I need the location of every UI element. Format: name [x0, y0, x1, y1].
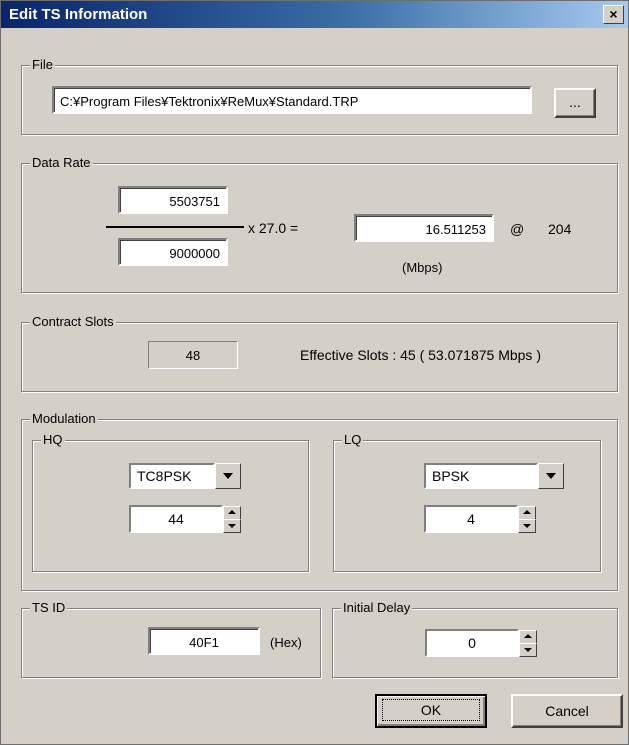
ts-id-group: TS ID 40F1 (Hex): [21, 600, 321, 678]
window-title: Edit TS Information: [9, 6, 148, 23]
multiplier-label: x 27.0 =: [248, 220, 299, 236]
effective-slots-label: Effective Slots : 45 ( 53.071875 Mbps ): [300, 347, 541, 363]
spin-up-icon[interactable]: [519, 630, 537, 644]
file-legend: File: [30, 57, 55, 72]
initial-delay-spinner[interactable]: 0: [425, 629, 537, 657]
title-bar[interactable]: Edit TS Information ×: [1, 1, 628, 28]
file-path-field[interactable]: C:¥Program Files¥Tektronix¥ReMux¥Standar…: [52, 86, 532, 114]
data-rate-group: Data Rate 5503751 9000000 x 27.0 = 16.51…: [21, 155, 618, 293]
ok-button-label: OK: [381, 699, 481, 721]
spin-down-icon[interactable]: [519, 643, 537, 657]
denominator-field[interactable]: 9000000: [118, 238, 228, 266]
hq-spinner-value[interactable]: 44: [129, 505, 223, 533]
hq-spinner[interactable]: 44: [129, 505, 241, 533]
contract-slots-value: 48: [148, 341, 238, 369]
lq-spinner[interactable]: 4: [424, 505, 536, 533]
contract-slots-legend: Contract Slots: [30, 314, 116, 329]
spin-up-icon[interactable]: [518, 506, 536, 520]
ts-id-field[interactable]: 40F1: [148, 627, 260, 655]
close-button[interactable]: ×: [603, 5, 624, 24]
unit-label: (Mbps): [402, 260, 443, 275]
lq-spinner-value[interactable]: 4: [424, 505, 518, 533]
lq-legend: LQ: [342, 432, 364, 447]
data-rate-legend: Data Rate: [30, 155, 93, 170]
initial-delay-legend: Initial Delay: [341, 600, 413, 615]
initial-delay-group: Initial Delay 0: [332, 600, 618, 678]
cancel-button[interactable]: Cancel: [511, 694, 623, 728]
at-label: @: [510, 221, 525, 237]
fraction-line: [106, 226, 244, 228]
chevron-down-icon[interactable]: [215, 463, 241, 489]
ts-id-legend: TS ID: [30, 600, 68, 615]
contract-slots-group: Contract Slots 48 Effective Slots : 45 (…: [21, 314, 618, 392]
hex-label: (Hex): [270, 635, 302, 650]
browse-button[interactable]: ...: [554, 88, 596, 118]
chevron-down-icon[interactable]: [538, 463, 564, 489]
edit-ts-dialog: Edit TS Information × File C:¥Program Fi…: [0, 0, 629, 745]
initial-delay-value[interactable]: 0: [425, 629, 519, 657]
hq-modulation-value: TC8PSK: [129, 463, 215, 489]
lq-modulation-value: BPSK: [424, 463, 538, 489]
ok-button[interactable]: OK: [375, 694, 487, 728]
modulation-legend: Modulation: [30, 411, 98, 426]
lq-group: LQ BPSK 4: [333, 432, 601, 572]
spin-down-icon[interactable]: [518, 519, 536, 533]
hq-group: HQ TC8PSK 44: [32, 432, 309, 572]
spin-up-icon[interactable]: [223, 506, 241, 520]
file-group: File C:¥Program Files¥Tektronix¥ReMux¥St…: [21, 57, 618, 135]
hq-legend: HQ: [41, 432, 65, 447]
lq-modulation-dropdown[interactable]: BPSK: [424, 463, 564, 489]
modulation-group: Modulation HQ TC8PSK 44 LQ BPSK 4: [21, 411, 618, 591]
numerator-field[interactable]: 5503751: [118, 186, 228, 214]
spin-down-icon[interactable]: [223, 519, 241, 533]
hq-modulation-dropdown[interactable]: TC8PSK: [129, 463, 241, 489]
packet-size-label: 204: [548, 221, 572, 237]
result-field: 16.511253: [354, 214, 494, 242]
